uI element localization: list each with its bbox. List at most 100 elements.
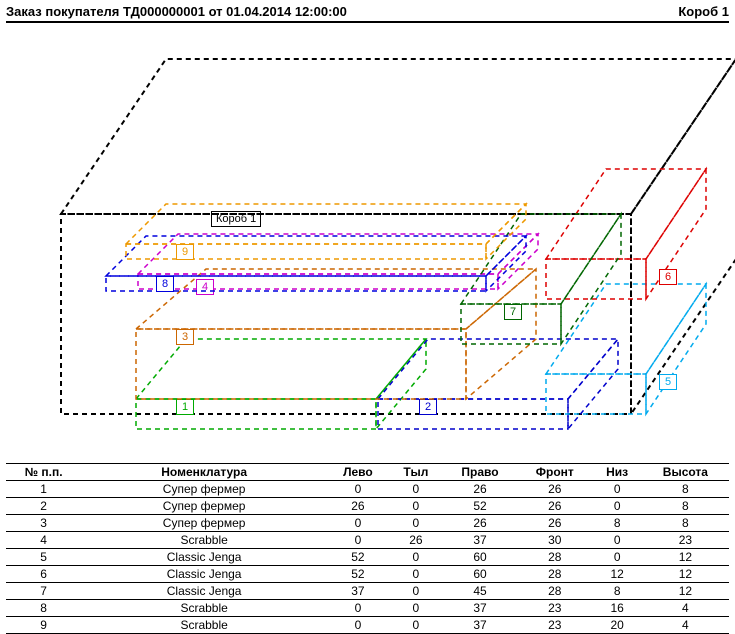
box-label-7: 7 bbox=[504, 304, 522, 320]
table-cell: 0 bbox=[327, 600, 389, 617]
box-label-3: 3 bbox=[176, 329, 194, 345]
table-cell: 0 bbox=[389, 481, 443, 498]
table-cell: 8 bbox=[642, 498, 729, 515]
table-cell: 9 bbox=[6, 617, 81, 634]
table-cell: 8 bbox=[593, 583, 642, 600]
table-cell: 60 bbox=[443, 549, 517, 566]
table-cell: 52 bbox=[327, 566, 389, 583]
table-cell: 52 bbox=[443, 498, 517, 515]
table-cell: 37 bbox=[327, 583, 389, 600]
box-label-5: 5 bbox=[659, 374, 677, 390]
table-cell: 26 bbox=[517, 498, 592, 515]
table-cell: 0 bbox=[593, 481, 642, 498]
table-cell: 5 bbox=[6, 549, 81, 566]
table-cell: 8 bbox=[642, 515, 729, 532]
table-cell: 0 bbox=[327, 617, 389, 634]
table-cell: Classic Jenga bbox=[81, 566, 327, 583]
table-row: 3Супер фермер00262688 bbox=[6, 515, 729, 532]
table-cell: 37 bbox=[443, 600, 517, 617]
table-row: 1Супер фермер00262608 bbox=[6, 481, 729, 498]
table-header: Высота bbox=[642, 464, 729, 481]
table-cell: 0 bbox=[389, 617, 443, 634]
table-header: Право bbox=[443, 464, 517, 481]
table-cell: 12 bbox=[642, 583, 729, 600]
table-cell: 23 bbox=[517, 600, 592, 617]
table-cell: 12 bbox=[593, 566, 642, 583]
table-cell: 23 bbox=[642, 532, 729, 549]
table-row: 8Scrabble003723164 bbox=[6, 600, 729, 617]
table-cell: 0 bbox=[593, 532, 642, 549]
table-cell: 7 bbox=[6, 583, 81, 600]
table-header-row: № п.п.НоменклатураЛевоТылПравоФронтНизВы… bbox=[6, 464, 729, 481]
table-cell: Scrabble bbox=[81, 532, 327, 549]
table-row: 4Scrabble0263730023 bbox=[6, 532, 729, 549]
table-cell: 4 bbox=[642, 617, 729, 634]
table-row: 2Супер фермер260522608 bbox=[6, 498, 729, 515]
table-cell: Scrabble bbox=[81, 600, 327, 617]
items-table: № п.п.НоменклатураЛевоТылПравоФронтНизВы… bbox=[6, 463, 729, 634]
table-row: 5Classic Jenga5206028012 bbox=[6, 549, 729, 566]
table-row: 9Scrabble003723204 bbox=[6, 617, 729, 634]
table-cell: Scrabble bbox=[81, 617, 327, 634]
table-cell: 6 bbox=[6, 566, 81, 583]
table-header: Лево bbox=[327, 464, 389, 481]
table-cell: 8 bbox=[593, 515, 642, 532]
table-cell: 0 bbox=[327, 515, 389, 532]
table-cell: 20 bbox=[593, 617, 642, 634]
table-cell: Classic Jenga bbox=[81, 583, 327, 600]
packing-diagram: Короб 1 123456789 bbox=[6, 29, 726, 459]
table-row: 6Classic Jenga52060281212 bbox=[6, 566, 729, 583]
box-label-9: 9 bbox=[176, 244, 194, 260]
table-cell: 37 bbox=[443, 532, 517, 549]
table-cell: 30 bbox=[517, 532, 592, 549]
header-divider bbox=[6, 21, 729, 23]
table-cell: 0 bbox=[389, 498, 443, 515]
table-cell: 26 bbox=[517, 515, 592, 532]
table-cell: 52 bbox=[327, 549, 389, 566]
table-cell: 12 bbox=[642, 566, 729, 583]
table-header: Фронт bbox=[517, 464, 592, 481]
table-cell: 23 bbox=[517, 617, 592, 634]
table-cell: 8 bbox=[642, 481, 729, 498]
box-label-1: 1 bbox=[176, 399, 194, 415]
table-header: Низ bbox=[593, 464, 642, 481]
table-cell: Супер фермер bbox=[81, 481, 327, 498]
table-cell: 45 bbox=[443, 583, 517, 600]
box-label-8: 8 bbox=[156, 276, 174, 292]
table-cell: Classic Jenga bbox=[81, 549, 327, 566]
table-cell: 28 bbox=[517, 549, 592, 566]
table-cell: 4 bbox=[6, 532, 81, 549]
table-cell: 4 bbox=[642, 600, 729, 617]
table-header: Номенклатура bbox=[81, 464, 327, 481]
table-cell: 8 bbox=[6, 600, 81, 617]
table-cell: 2 bbox=[6, 498, 81, 515]
box-label-6: 6 bbox=[659, 269, 677, 285]
table-cell: 26 bbox=[443, 515, 517, 532]
table-cell: 1 bbox=[6, 481, 81, 498]
table-cell: 26 bbox=[389, 532, 443, 549]
table-cell: 0 bbox=[593, 549, 642, 566]
table-cell: 3 bbox=[6, 515, 81, 532]
page-title: Заказ покупателя ТД000000001 от 01.04.20… bbox=[6, 4, 347, 19]
table-row: 7Classic Jenga3704528812 bbox=[6, 583, 729, 600]
table-cell: Супер фермер bbox=[81, 515, 327, 532]
table-cell: 0 bbox=[389, 600, 443, 617]
table-cell: Супер фермер bbox=[81, 498, 327, 515]
table-cell: 26 bbox=[443, 481, 517, 498]
table-cell: 28 bbox=[517, 566, 592, 583]
table-cell: 0 bbox=[389, 515, 443, 532]
table-cell: 26 bbox=[517, 481, 592, 498]
box-label-2: 2 bbox=[419, 399, 437, 415]
container-id: Короб 1 bbox=[678, 4, 729, 19]
table-cell: 28 bbox=[517, 583, 592, 600]
table-cell: 0 bbox=[389, 566, 443, 583]
table-cell: 0 bbox=[389, 583, 443, 600]
table-cell: 0 bbox=[389, 549, 443, 566]
table-cell: 37 bbox=[443, 617, 517, 634]
table-cell: 16 bbox=[593, 600, 642, 617]
table-cell: 0 bbox=[327, 481, 389, 498]
table-cell: 0 bbox=[593, 498, 642, 515]
table-cell: 60 bbox=[443, 566, 517, 583]
table-cell: 26 bbox=[327, 498, 389, 515]
table-cell: 12 bbox=[642, 549, 729, 566]
